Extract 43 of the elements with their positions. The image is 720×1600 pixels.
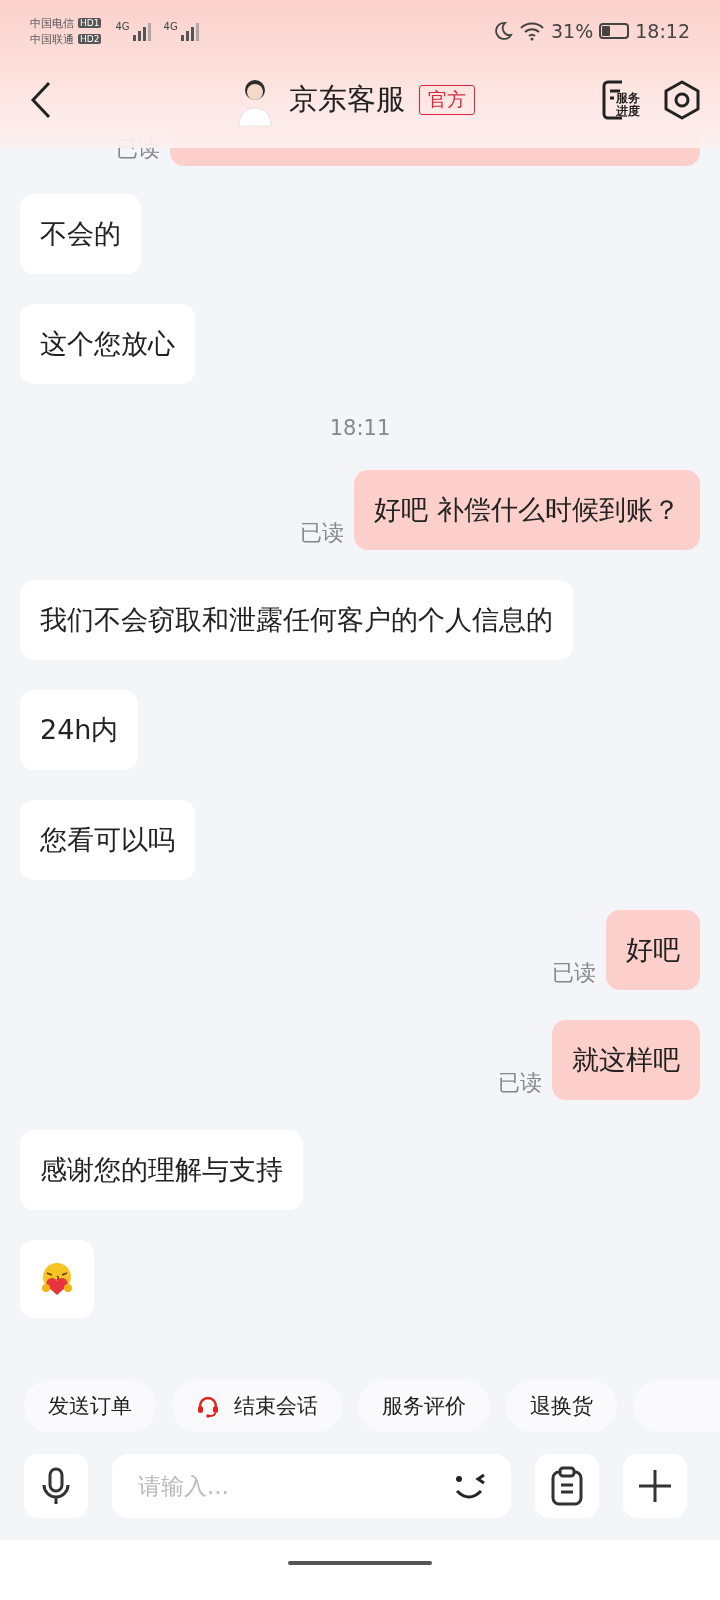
add-button[interactable] — [623, 1454, 687, 1518]
carrier-name: 中国联通 — [30, 31, 74, 47]
chat-title: 京东客服 — [289, 81, 405, 118]
quick-action-chip[interactable]: 服务评价 — [358, 1380, 490, 1432]
quick-action-chip[interactable]: 结束会话 — [172, 1380, 342, 1432]
kissing-heart-emoji-icon — [39, 1262, 75, 1296]
message-bubble: 好吧 补偿什么时候到账？ — [354, 470, 700, 550]
read-receipt: 已读 — [300, 519, 345, 547]
microphone-icon — [41, 1466, 71, 1506]
official-badge: 官方 — [419, 85, 475, 115]
moon-icon — [493, 21, 513, 41]
wifi-icon — [519, 21, 545, 41]
read-receipt: 已读 — [498, 1069, 542, 1097]
quick-action-chip[interactable]: 退换货 — [506, 1380, 617, 1432]
battery-icon — [599, 23, 630, 39]
headset-icon — [196, 1394, 220, 1418]
clipboard-button[interactable] — [535, 1454, 599, 1518]
timestamp: 18:11 — [328, 416, 392, 440]
back-button[interactable] — [30, 81, 52, 119]
network-type: 4G — [163, 21, 178, 32]
hd-tag: HD2 — [78, 34, 102, 44]
message-input-field[interactable]: 请输入... — [112, 1454, 511, 1518]
clipboard-icon — [549, 1466, 585, 1506]
message-bubble: 我们不会窃取和泄露任何客户的个人信息的 — [20, 580, 573, 660]
message-bubble: 感谢您的理解与支持 — [20, 1130, 303, 1210]
battery-percent: 31% — [551, 20, 594, 42]
hd-tag: HD1 — [78, 18, 102, 28]
message-bubble: 就这样吧 — [552, 1020, 700, 1100]
quick-action-chip[interactable]: 发送订单 — [24, 1380, 156, 1432]
plus-icon — [637, 1468, 673, 1504]
service-progress-button[interactable]: 服务 进度 — [602, 79, 640, 121]
clock-time: 18:12 — [635, 20, 690, 42]
message-bubble: 24h内 — [20, 690, 139, 770]
read-receipt: 已读 — [116, 135, 160, 163]
message-bubble: 您看可以吗 — [20, 800, 195, 880]
message-bubble: 好吧 — [606, 910, 700, 990]
voice-button[interactable] — [24, 1454, 88, 1518]
read-receipt: 已读 — [552, 959, 596, 987]
message-bubble: 这个您放心 — [20, 304, 195, 384]
message-bubble: 不会的 — [20, 194, 141, 274]
carrier-name: 中国电信 — [30, 15, 74, 31]
settings-button[interactable] — [662, 79, 702, 121]
network-type: 4G — [115, 21, 130, 32]
